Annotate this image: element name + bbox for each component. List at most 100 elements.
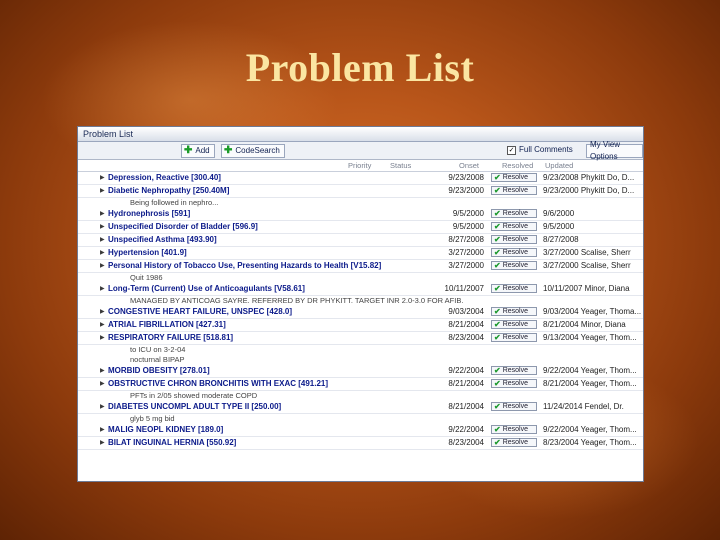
problem-row[interactable]: ▶ Hydronephrosis [591] 9/5/2000 ✔ Resolve 9/6…: [78, 208, 643, 221]
resolve-button-label: Resolve: [502, 380, 528, 387]
problem-onset: 8/21/2004: [448, 402, 484, 411]
resolve-button[interactable]: ✔ Resolve: [491, 284, 537, 293]
add-button[interactable]: ✚ Add: [181, 144, 215, 158]
problem-name: Hydronephrosis [591]: [108, 209, 191, 218]
resolve-button[interactable]: ✔ Resolve: [491, 333, 537, 342]
full-comments-checkbox[interactable]: ✓: [507, 146, 516, 155]
resolve-button[interactable]: ✔ Resolve: [491, 438, 537, 447]
expand-arrow-icon[interactable]: ▶: [100, 424, 105, 436]
check-icon: ✔: [494, 209, 501, 218]
problem-row[interactable]: ▶ Unspecified Asthma [493.90] 8/27/2008 ✔ Re…: [78, 234, 643, 247]
problem-rows: ▶ Depression, Reactive [300.40] 9/23/2008 ✔…: [78, 172, 643, 450]
problem-updated: 9/22/2004 Yeager, Thom...: [543, 425, 637, 434]
expand-arrow-icon[interactable]: ▶: [100, 208, 105, 220]
expand-arrow-icon[interactable]: ▶: [100, 260, 105, 272]
expand-arrow-icon[interactable]: ▶: [100, 172, 105, 184]
problem-onset: 10/11/2007: [444, 284, 484, 293]
resolve-button[interactable]: ✔ Resolve: [491, 402, 537, 411]
resolve-button[interactable]: ✔ Resolve: [491, 366, 537, 375]
resolve-button-label: Resolve: [502, 187, 528, 194]
problem-name: Hypertension [401.9]: [108, 248, 187, 257]
problem-row[interactable]: ▶ Hypertension [401.9] 3/27/2000 ✔ Resolve 3/…: [78, 247, 643, 260]
problem-comment-row: glyb 5 mg bid: [78, 414, 643, 424]
problem-row[interactable]: ▶ MALIG NEOPL KIDNEY [189.0] 9/22/2004 ✔ Res…: [78, 424, 643, 437]
expand-arrow-icon[interactable]: ▶: [100, 332, 105, 344]
problem-onset: 9/22/2004: [448, 425, 484, 434]
problem-name: ATRIAL FIBRILLATION [427.31]: [108, 320, 226, 329]
problem-name: Unspecified Asthma [493.90]: [108, 235, 217, 244]
view-options-button[interactable]: My View Options: [586, 140, 643, 161]
resolve-button[interactable]: ✔ Resolve: [491, 248, 537, 257]
expand-arrow-icon[interactable]: ▶: [100, 306, 105, 318]
resolve-button-label: Resolve: [502, 308, 528, 315]
expand-arrow-icon[interactable]: ▶: [100, 378, 105, 390]
resolve-button-label: Resolve: [502, 174, 528, 181]
header-status[interactable]: Status: [390, 161, 411, 170]
add-button-label: Add: [195, 146, 210, 155]
resolve-button-label: Resolve: [502, 367, 528, 374]
expand-arrow-icon[interactable]: ▶: [100, 401, 105, 413]
resolve-button[interactable]: ✔ Resolve: [491, 261, 537, 270]
full-comments-label: Full Comments: [519, 145, 573, 154]
problem-row[interactable]: ▶ Unspecified Disorder of Bladder [596.9]…: [78, 221, 643, 234]
expand-arrow-icon[interactable]: ▶: [100, 283, 105, 295]
check-icon: ✔: [494, 284, 501, 293]
header-onset[interactable]: Onset: [459, 161, 479, 170]
problem-updated: 10/11/2007 Minor, Diana: [543, 284, 630, 293]
problem-comment-row: PFTs in 2/05 showed moderate COPD: [78, 391, 643, 401]
problem-name: Unspecified Disorder of Bladder [596.9]: [108, 222, 258, 231]
problem-onset: 9/23/2000: [448, 186, 484, 195]
problem-row[interactable]: ▶ Diabetic Nephropathy [250.40M] 9/23/2000…: [78, 185, 643, 198]
problem-row[interactable]: ▶ BILAT INGUINAL HERNIA [550.92] 8/23/2004…: [78, 437, 643, 450]
problem-updated: 9/22/2004 Yeager, Thom...: [543, 366, 637, 375]
slide-title: Problem List: [245, 45, 475, 90]
problem-updated: 9/23/2000 Phykitt Do, D...: [543, 186, 635, 195]
problem-updated: 8/27/2008: [543, 235, 579, 244]
expand-arrow-icon[interactable]: ▶: [100, 319, 105, 331]
resolve-button-label: Resolve: [502, 321, 528, 328]
problem-name: Depression, Reactive [300.40]: [108, 173, 221, 182]
problem-onset: 9/03/2004: [448, 307, 484, 316]
problem-name: MORBID OBESITY [278.01]: [108, 366, 210, 375]
problem-row[interactable]: ▶ Depression, Reactive [300.40] 9/23/2008 ✔…: [78, 172, 643, 185]
problem-row[interactable]: ▶ Long-Term (Current) Use of Anticoagulan…: [78, 283, 643, 296]
resolve-button[interactable]: ✔ Resolve: [491, 379, 537, 388]
problem-row[interactable]: ▶ DIABETES UNCOMPL ADULT TYPE II [250.00]…: [78, 401, 643, 414]
problem-row[interactable]: ▶ ATRIAL FIBRILLATION [427.31] 8/21/2004 ✔ R…: [78, 319, 643, 332]
expand-arrow-icon[interactable]: ▶: [100, 221, 105, 233]
problem-row[interactable]: ▶ Personal History of Tobacco Use, Presen…: [78, 260, 643, 273]
expand-arrow-icon[interactable]: ▶: [100, 437, 105, 449]
resolve-button-label: Resolve: [502, 334, 528, 341]
resolve-button[interactable]: ✔ Resolve: [491, 186, 537, 195]
code-search-button[interactable]: ✚ CodeSearch: [221, 144, 285, 158]
header-updated[interactable]: Updated: [545, 161, 573, 170]
expand-arrow-icon[interactable]: ▶: [100, 185, 105, 197]
check-icon: ✔: [494, 222, 501, 231]
check-icon: ✔: [494, 173, 501, 182]
problem-comment: MANAGED BY ANTICOAG SAYRE. REFERRED BY D…: [130, 296, 464, 305]
resolve-button[interactable]: ✔ Resolve: [491, 222, 537, 231]
problem-row[interactable]: ▶ MORBID OBESITY [278.01] 9/22/2004 ✔ Resolv…: [78, 365, 643, 378]
resolve-button[interactable]: ✔ Resolve: [491, 235, 537, 244]
problem-comment-row: MANAGED BY ANTICOAG SAYRE. REFERRED BY D…: [78, 296, 643, 306]
resolve-button[interactable]: ✔ Resolve: [491, 307, 537, 316]
problem-row[interactable]: ▶ CONGESTIVE HEART FAILURE, UNSPEC [428.0…: [78, 306, 643, 319]
expand-arrow-icon[interactable]: ▶: [100, 365, 105, 377]
resolve-button[interactable]: ✔ Resolve: [491, 320, 537, 329]
header-priority[interactable]: Priority: [348, 161, 371, 170]
problem-row[interactable]: ▶ OBSTRUCTIVE CHRON BRONCHITIS WITH EXAC …: [78, 378, 643, 391]
problem-onset: 9/23/2008: [448, 173, 484, 182]
header-resolved[interactable]: Resolved: [502, 161, 533, 170]
expand-arrow-icon[interactable]: ▶: [100, 234, 105, 246]
resolve-button[interactable]: ✔ Resolve: [491, 425, 537, 434]
problem-row[interactable]: ▶ RESPIRATORY FAILURE [518.81] 8/23/2004 ✔ R…: [78, 332, 643, 345]
problem-comment-row: nocturnal BIPAP: [78, 355, 643, 365]
expand-arrow-icon[interactable]: ▶: [100, 247, 105, 259]
problem-onset: 8/21/2004: [448, 320, 484, 329]
resolve-button[interactable]: ✔ Resolve: [491, 173, 537, 182]
problem-onset: 3/27/2000: [448, 261, 484, 270]
toolbar: ✚ Add ✚ CodeSearch ✓ Full Comments My Vi…: [78, 140, 643, 161]
problem-onset: 9/5/2000: [452, 222, 484, 231]
resolve-button[interactable]: ✔ Resolve: [491, 209, 537, 218]
problem-onset: 9/22/2004: [448, 366, 484, 375]
